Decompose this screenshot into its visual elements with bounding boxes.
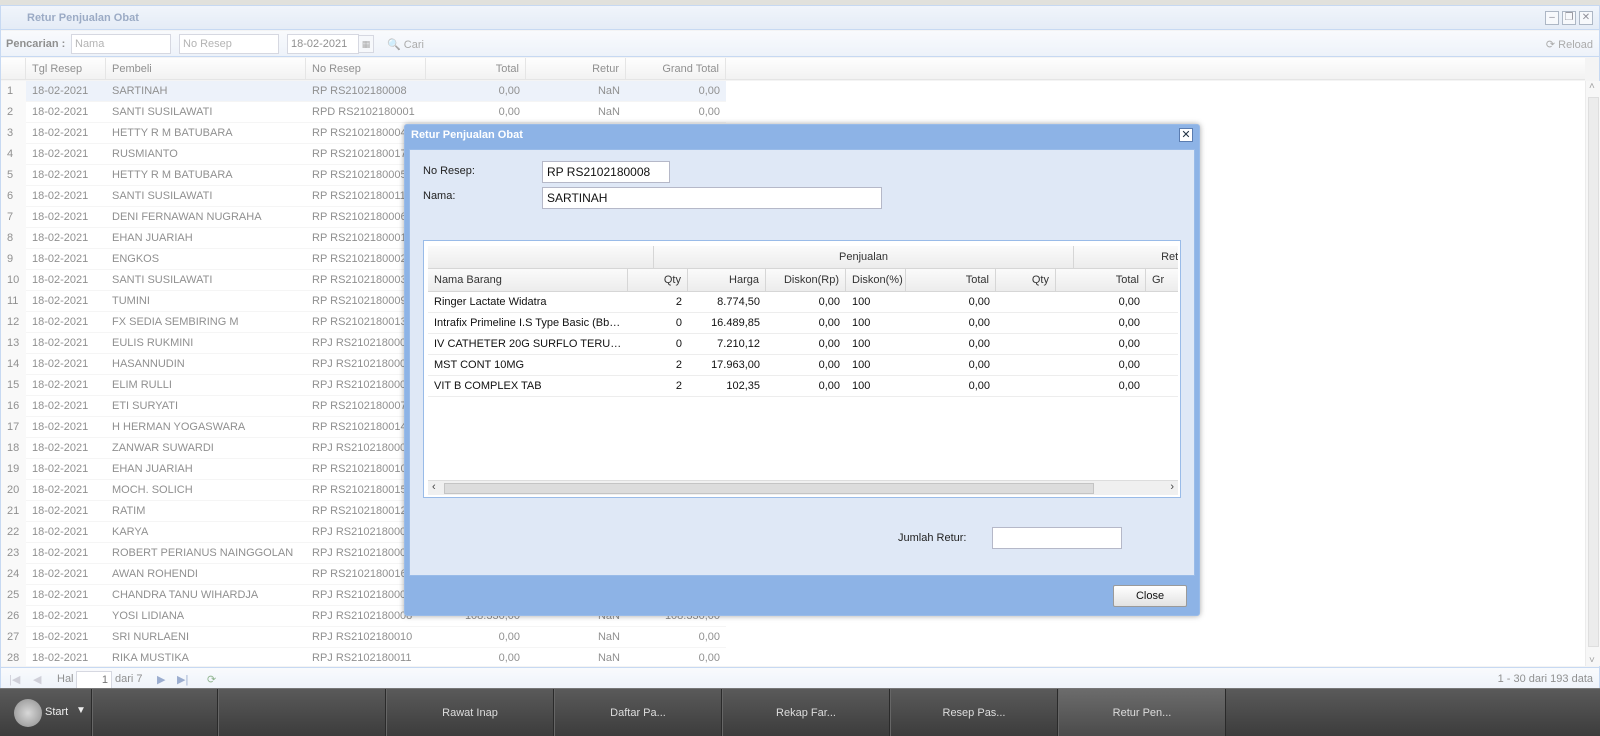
cell-diskon-rp: 0,00 (818, 317, 840, 329)
group-penjualan: Penjualan (654, 246, 1074, 269)
cell-nama-barang: MST CONT 10MG (434, 359, 525, 371)
cell-harga: 102,35 (726, 380, 760, 392)
cell-retur-qty[interactable] (996, 376, 1056, 397)
scroll-right-icon[interactable]: › (1170, 481, 1174, 493)
item-row[interactable]: Intrafix Primeline I.S Type Basic (Bbrau… (428, 313, 1178, 334)
start-label: Start (45, 706, 69, 718)
cell-diskon-pct: 100 (852, 338, 871, 350)
modal-footer: Close (409, 577, 1195, 613)
taskbar-button[interactable]: Rekap Far... (722, 689, 890, 736)
group-spacer (428, 246, 654, 269)
cell-harga: 16.489,85 (711, 317, 760, 329)
items-panel: Penjualan Retur Nama Barang Qty Harga Di… (423, 240, 1181, 498)
taskbar: Start ▼ Rawat Inap Daftar Pa... Rekap Far.… (0, 688, 1600, 736)
close-icon[interactable]: ✕ (1179, 128, 1193, 142)
column-header-nama-barang[interactable]: Nama Barang (428, 269, 628, 292)
group-retur: Retur (1161, 251, 1178, 263)
horizontal-scrollbar[interactable]: ‹ › (428, 480, 1178, 495)
cell-retur-qty[interactable] (996, 355, 1056, 376)
items-column-header: Nama Barang Qty Harga Diskon(Rp) Diskon(… (428, 269, 1178, 292)
taskbar-button[interactable]: Resep Pas... (890, 689, 1058, 736)
item-row[interactable]: Ringer Lactate Widatra 2 8.774,50 0,00 100 0,… (428, 292, 1178, 313)
cell-retur-qty[interactable] (996, 313, 1056, 334)
chevron-down-icon: ▼ (76, 705, 86, 716)
taskbar-button[interactable] (218, 689, 386, 736)
taskbar-button[interactable]: Retur Pen... (1058, 689, 1226, 736)
modal-title: Retur Penjualan Obat (411, 129, 523, 141)
item-row[interactable]: IV CATHETER 20G SURFLO TERUMO* 0 7.210,12 0… (428, 334, 1178, 355)
scroll-left-icon[interactable]: ‹ (432, 481, 436, 493)
column-header-grand[interactable]: Gr (1146, 269, 1178, 292)
cell-total: 0,00 (968, 338, 990, 350)
jumlah-retur-field[interactable] (992, 527, 1122, 549)
cell-nama-barang: VIT B COMPLEX TAB (434, 380, 542, 392)
taskbar-button[interactable] (92, 689, 218, 736)
cell-diskon-pct: 100 (852, 380, 871, 392)
item-row[interactable]: MST CONT 10MG 2 17.963,00 0,00 100 0,00 0,00 (428, 355, 1178, 376)
items-group-header: Penjualan Retur (428, 246, 1178, 269)
items-grid: Penjualan Retur Nama Barang Qty Harga Di… (428, 246, 1178, 480)
cell-retur-qty[interactable] (996, 334, 1056, 355)
column-header-diskon-pct[interactable]: Diskon(%) (846, 269, 906, 292)
start-button[interactable]: Start ▼ (0, 689, 92, 736)
cell-diskon-rp: 0,00 (818, 296, 840, 308)
cell-retur-total: 0,00 (1118, 338, 1140, 350)
item-row[interactable]: VIT B COMPLEX TAB 2 102,35 0,00 100 0,00 0,00 (428, 376, 1178, 397)
cell-total: 0,00 (968, 317, 990, 329)
taskbar-button[interactable]: Rawat Inap (386, 689, 554, 736)
cell-harga: 17.963,00 (711, 359, 760, 371)
cell-total: 0,00 (968, 296, 990, 308)
cell-qty: 0 (675, 338, 682, 350)
cell-harga: 8.774,50 (717, 296, 760, 308)
jumlah-retur-label: Jumlah Retur: (898, 532, 967, 544)
cell-harga: 7.210,12 (717, 338, 760, 350)
cell-qty: 2 (675, 359, 682, 371)
cell-retur-qty[interactable] (996, 292, 1056, 313)
column-header-diskon-rp[interactable]: Diskon(Rp) (766, 269, 846, 292)
cell-diskon-pct: 100 (852, 317, 871, 329)
column-header-total[interactable]: Total (906, 269, 996, 292)
no-resep-label: No Resep: (423, 165, 475, 177)
cell-nama-barang: Intrafix Primeline I.S Type Basic (Bbrau… (434, 317, 628, 329)
no-resep-field[interactable] (542, 161, 670, 183)
column-header-retur-qty[interactable]: Qty (996, 269, 1056, 292)
retur-modal: Retur Penjualan Obat ✕ No Resep: Nama: P… (404, 124, 1200, 616)
cell-total: 0,00 (968, 359, 990, 371)
cell-diskon-rp: 0,00 (818, 380, 840, 392)
horizontal-scroll-thumb[interactable] (444, 483, 1094, 494)
nama-label: Nama: (423, 190, 456, 202)
column-header-qty[interactable]: Qty (628, 269, 688, 292)
cell-retur-total: 0,00 (1118, 359, 1140, 371)
column-header-harga[interactable]: Harga (688, 269, 766, 292)
close-button[interactable]: Close (1113, 585, 1187, 607)
modal-body: No Resep: Nama: Penjualan Retur Nama Bar… (409, 149, 1195, 576)
cell-diskon-rp: 0,00 (818, 338, 840, 350)
nama-field[interactable] (542, 187, 882, 209)
cell-qty: 2 (675, 380, 682, 392)
cell-total: 0,00 (968, 380, 990, 392)
cell-nama-barang: Ringer Lactate Widatra (434, 296, 547, 308)
cell-diskon-rp: 0,00 (818, 359, 840, 371)
cell-qty: 0 (675, 317, 682, 329)
cell-retur-total: 0,00 (1118, 317, 1140, 329)
cell-diskon-pct: 100 (852, 359, 871, 371)
start-logo-icon (14, 699, 42, 727)
taskbar-button[interactable]: Daftar Pa... (554, 689, 722, 736)
column-header-retur-total[interactable]: Total (1056, 269, 1146, 292)
cell-retur-total: 0,00 (1118, 296, 1140, 308)
cell-qty: 2 (675, 296, 682, 308)
cell-nama-barang: IV CATHETER 20G SURFLO TERUMO* (434, 338, 628, 350)
cell-retur-total: 0,00 (1118, 380, 1140, 392)
cell-diskon-pct: 100 (852, 296, 871, 308)
